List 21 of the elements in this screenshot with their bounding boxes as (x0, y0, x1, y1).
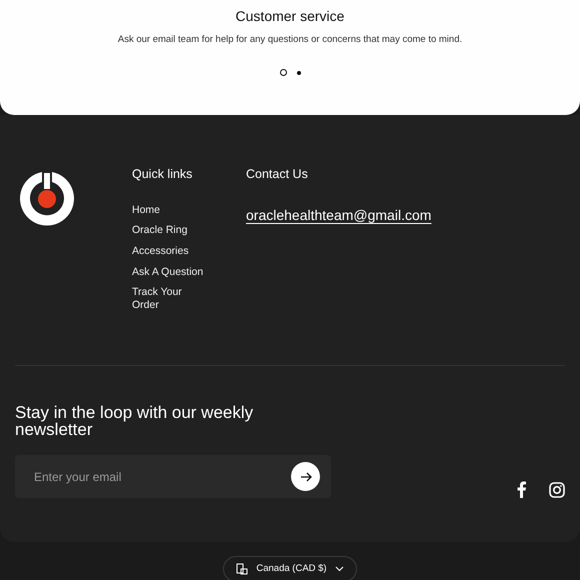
country-selector[interactable]: Canada (CAD $) (223, 556, 357, 580)
facebook-icon[interactable] (516, 481, 527, 498)
carousel-dot[interactable] (296, 70, 300, 75)
footer-link[interactable]: Accessories (132, 244, 206, 258)
column-heading: Contact Us (246, 166, 309, 183)
section-title: Customer service (234, 7, 346, 26)
arrow-right-icon (300, 470, 312, 483)
footer-link[interactable]: Oracle Ring (132, 224, 206, 237)
currency-icon (236, 563, 248, 576)
column-heading: Quick links (132, 166, 194, 183)
footer-link[interactable]: Home (132, 204, 206, 216)
footer-link[interactable]: Track Your Order (132, 286, 206, 312)
section-description: Ask our email team for help for any questions or concerns that may come to mind. (116, 33, 464, 47)
footer-link[interactable]: Ask A Question (132, 266, 206, 278)
email-field[interactable]: Enter your email (15, 455, 331, 498)
email-link[interactable]: oraclehealthteam@gmail.com (246, 206, 432, 223)
logo-icon (19, 170, 75, 226)
chevron-down-icon (334, 566, 344, 572)
carousel-dot[interactable] (280, 69, 286, 76)
newsletter-heading: Stay in the loop with our weekly newsletter (15, 404, 254, 438)
instagram-icon[interactable] (549, 482, 565, 498)
